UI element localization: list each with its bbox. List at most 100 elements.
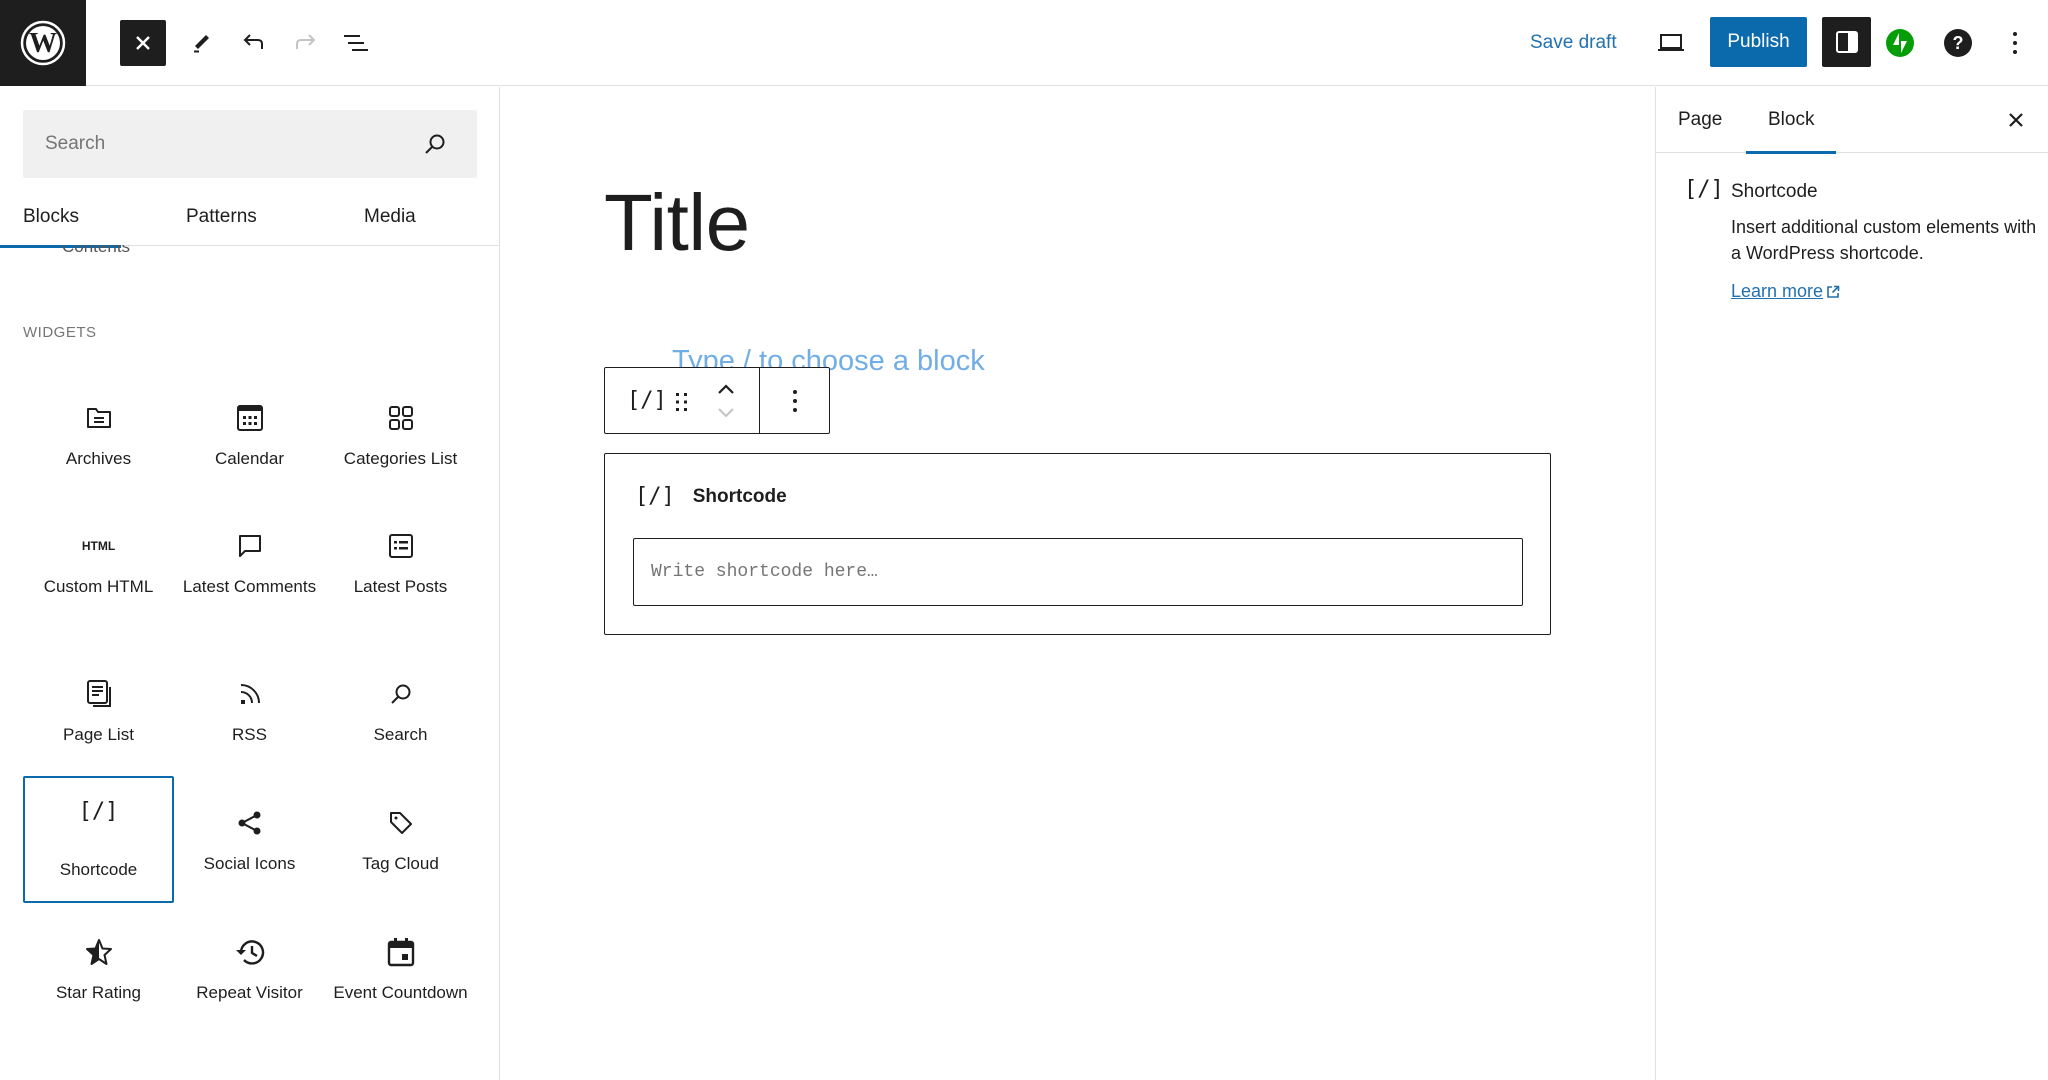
learn-more-label: Learn more [1731, 281, 1824, 301]
block-item-label: Star Rating [55, 983, 142, 1002]
block-item-latest-posts[interactable]: Latest Posts [325, 515, 476, 655]
tab-patterns[interactable]: Patterns [186, 187, 257, 246]
block-item-label: Latest Comments [182, 577, 317, 596]
settings-sidebar: Page Block [/] Shortcode Insert addition… [1655, 87, 2048, 1080]
publish-button[interactable]: Publish [1710, 17, 1807, 67]
shortcode-icon: [/] [1684, 177, 1724, 202]
inserter-search[interactable] [23, 110, 477, 178]
block-item-label: Search [373, 725, 428, 744]
close-settings-button[interactable] [1997, 101, 2035, 139]
block-options-button[interactable] [760, 368, 829, 433]
help-button[interactable]: ? [1935, 20, 1981, 66]
share-icon [233, 806, 267, 840]
drag-handle-icon[interactable] [675, 391, 689, 413]
list-view-icon [342, 31, 370, 55]
svg-text:?: ? [1953, 33, 1964, 53]
archive-folder-icon [82, 401, 116, 435]
tab-blocks[interactable]: Blocks [0, 187, 121, 248]
chevron-up-icon[interactable] [716, 382, 736, 396]
block-item-label: RSS [232, 725, 267, 744]
calendar-icon [233, 401, 267, 435]
list-view-button[interactable] [333, 20, 379, 66]
block-item-label: Shortcode [59, 860, 138, 879]
block-item-label: Categories List [343, 449, 458, 468]
block-item-social-icons[interactable]: Social Icons [174, 792, 325, 912]
close-icon [133, 33, 153, 53]
block-card-title: Shortcode [1731, 181, 1818, 202]
shortcode-block-label: Shortcode [692, 485, 787, 507]
block-item-label: Event Countdown [333, 983, 468, 1002]
block-item-label: Social Icons [203, 854, 296, 873]
calendar-event-icon [384, 935, 418, 969]
undo-button[interactable] [231, 20, 277, 66]
close-inserter-button[interactable] [120, 20, 166, 66]
shortcode-block[interactable]: [/] Shortcode [604, 453, 1551, 635]
editor-canvas: Title Type / to choose a block [/] [/] S… [501, 87, 1655, 1080]
laptop-icon [1657, 32, 1685, 54]
comment-icon [233, 529, 267, 563]
block-item-rss[interactable]: RSS [174, 663, 325, 783]
block-item-label: Repeat Visitor [196, 983, 303, 1002]
block-item-archives[interactable]: Archives [23, 387, 174, 507]
block-item-repeat-visitor[interactable]: Repeat Visitor [174, 921, 325, 1061]
block-card-description: Insert additional custom elements with a… [1731, 217, 2037, 263]
block-item-star-rating[interactable]: Star Rating [23, 921, 174, 1061]
block-item-event-countdown[interactable]: Event Countdown [325, 921, 476, 1061]
tab-block[interactable]: Block [1745, 87, 1838, 154]
star-half-icon [82, 935, 116, 969]
widgets-heading: WIDGETS [23, 324, 97, 341]
shortcode-block-header: [/] Shortcode [635, 484, 787, 509]
options-menu-button[interactable] [1992, 20, 2038, 66]
tag-icon [384, 806, 418, 840]
block-item-search[interactable]: Search [325, 663, 476, 783]
post-list-icon [384, 529, 418, 563]
jetpack-button[interactable] [1877, 20, 1923, 66]
tab-page[interactable]: Page [1678, 87, 1722, 153]
wordpress-logo-icon: W [19, 19, 67, 67]
page-list-icon [82, 677, 116, 711]
history-icon [233, 935, 267, 969]
block-item-shortcode[interactable]: [/] Shortcode [23, 776, 174, 903]
search-icon [384, 677, 418, 711]
block-item-custom-html[interactable]: HTML Custom HTML [23, 515, 174, 655]
shortcode-icon: [/] [635, 484, 675, 509]
block-type-switcher-shortcode-icon[interactable]: [/] [627, 388, 667, 413]
block-inserter-panel: Blocks Patterns Media Contents WIDGETS A… [0, 87, 500, 1080]
search-icon [423, 132, 447, 156]
html-icon: HTML [81, 539, 116, 553]
preview-button[interactable] [1648, 20, 1694, 66]
learn-more-link[interactable]: Learn more [1731, 281, 1840, 302]
rss-icon [233, 677, 267, 711]
block-item-label: Tag Cloud [362, 854, 439, 873]
inserter-search-input[interactable] [45, 133, 425, 155]
block-item-label: Latest Posts [353, 577, 448, 596]
undo-icon [241, 31, 267, 55]
block-item-label: Archives [65, 449, 132, 468]
jetpack-icon [1885, 28, 1915, 58]
block-item-page-list[interactable]: Page List [23, 663, 174, 783]
close-icon [2007, 111, 2025, 129]
tools-button[interactable] [178, 20, 224, 66]
post-title[interactable]: Title [604, 177, 750, 269]
block-item-categories-list[interactable]: Categories List [325, 387, 476, 507]
chevron-down-icon[interactable] [716, 405, 736, 419]
shortcode-input[interactable] [633, 538, 1523, 606]
block-item-latest-comments[interactable]: Latest Comments [174, 515, 325, 655]
block-item-tag-cloud[interactable]: Tag Cloud [325, 792, 476, 912]
redo-button[interactable] [282, 20, 328, 66]
save-draft-button[interactable]: Save draft [1520, 20, 1627, 66]
block-item-label: Custom HTML [43, 577, 154, 596]
wordpress-logo-button[interactable]: W [0, 0, 86, 86]
categories-grid-icon [384, 401, 418, 435]
tab-media[interactable]: Media [364, 187, 416, 246]
inserter-tabs: Blocks Patterns Media [0, 187, 499, 248]
settings-toggle-button[interactable] [1822, 17, 1871, 67]
vertical-ellipsis-icon [2011, 30, 2019, 56]
block-item-calendar[interactable]: Calendar [174, 387, 325, 507]
redo-icon [292, 31, 318, 55]
editor-header: W Save draft Publish ? [0, 0, 2048, 86]
svg-text:W: W [29, 28, 57, 59]
block-item-label: Calendar [215, 449, 284, 468]
help-icon: ? [1943, 28, 1973, 58]
shortcode-icon: [/] [78, 798, 119, 824]
